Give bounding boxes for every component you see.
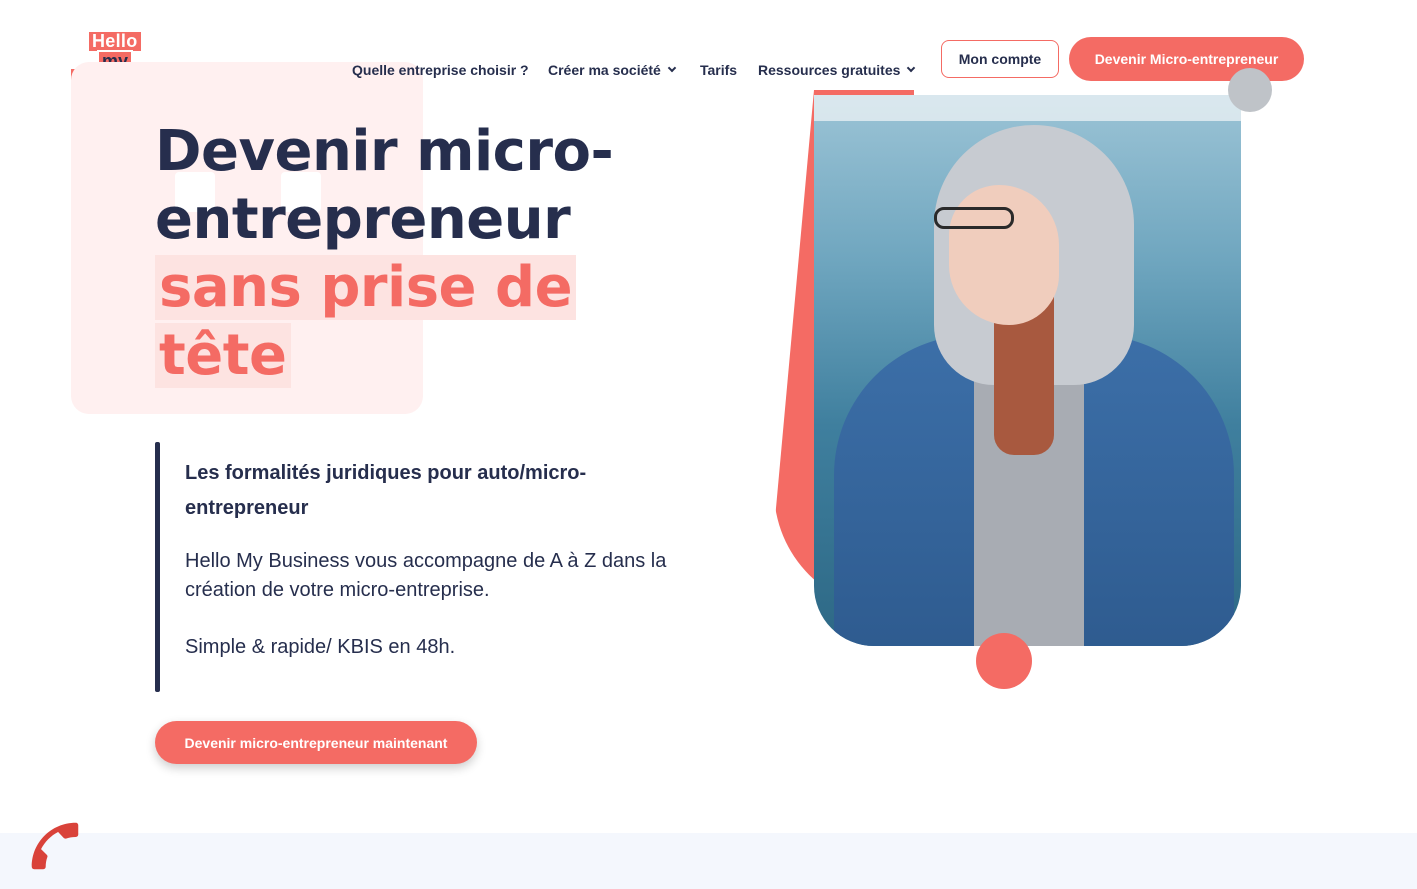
nav-item-creer-societe[interactable]: Créer ma société (548, 62, 677, 78)
hero-title-highlight-2: tête (155, 323, 291, 388)
nav-item-quelle-entreprise[interactable]: Quelle entreprise choisir ? (352, 62, 529, 78)
chevron-down-icon (907, 63, 916, 73)
hero-subtitle: Les formalités juridiques pour auto/micr… (185, 462, 587, 519)
phone-icon[interactable] (24, 815, 86, 877)
hero-photo (814, 95, 1241, 646)
decorative-red-dot (976, 633, 1032, 689)
hero-title-line-1: Devenir micro- (155, 119, 614, 184)
nav-item-label: Quelle entreprise choisir ? (352, 62, 529, 78)
chevron-down-icon (667, 63, 677, 73)
next-section-band (0, 833, 1417, 889)
become-micro-entrepreneur-button[interactable]: Devenir Micro-entrepreneur (1069, 37, 1304, 81)
hero-cta-button[interactable]: Devenir micro-entrepreneur maintenant (155, 721, 477, 764)
hero-title-line-2: entrepreneur (155, 187, 571, 252)
hero-tagline: Simple & rapide/ KBIS en 48h. (185, 636, 456, 658)
nav-item-label: Créer ma société (548, 62, 661, 78)
nav-item-tarifs[interactable]: Tarifs (700, 62, 737, 78)
hero-description: Hello My Business vous accompagne de A à… (185, 550, 667, 601)
hero-title-highlight-1: sans prise de (155, 255, 577, 320)
quote-bar (155, 442, 160, 692)
decorative-grey-dot (1228, 68, 1272, 112)
nav-item-label: Tarifs (700, 62, 738, 78)
nav-item-ressources[interactable]: Ressources gratuites (758, 62, 916, 78)
nav-item-label: Ressources gratuites (758, 62, 901, 78)
account-button[interactable]: Mon compte (941, 40, 1059, 78)
hero-title: Devenir micro- entrepreneur sans prise d… (155, 118, 675, 390)
